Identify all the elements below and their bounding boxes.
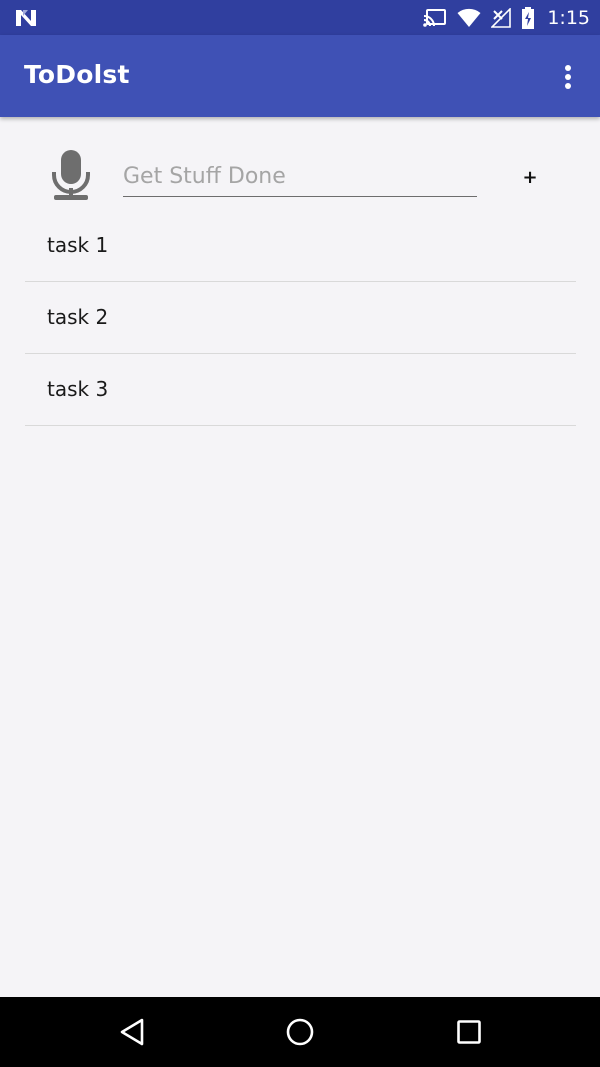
navigation-bar: [0, 997, 600, 1067]
list-item[interactable]: task 3: [25, 354, 576, 426]
task-label: task 2: [47, 305, 109, 329]
app-title: ToDolst: [24, 60, 130, 89]
voice-input-button[interactable]: [48, 148, 94, 202]
back-icon: [120, 1018, 144, 1046]
app-bar: ToDolst: [0, 35, 600, 117]
battery-charging-icon: [522, 6, 535, 29]
microphone-icon: [52, 150, 90, 200]
new-task-row: +: [0, 140, 600, 210]
list-item[interactable]: task 1: [25, 210, 576, 282]
new-task-input[interactable]: [123, 156, 477, 197]
task-label: task 3: [47, 377, 109, 401]
task-list: task 1 task 2 task 3: [25, 210, 576, 426]
overflow-menu-icon: [565, 65, 571, 89]
status-time: 1:15: [547, 6, 590, 29]
recents-icon: [457, 1020, 481, 1044]
recents-button[interactable]: [449, 1012, 489, 1052]
add-task-button[interactable]: +: [515, 162, 545, 192]
no-signal-icon: [491, 7, 512, 28]
notification-n-icon: [16, 10, 36, 26]
home-button[interactable]: [280, 1012, 320, 1052]
task-label: task 1: [47, 233, 109, 257]
list-item[interactable]: task 2: [25, 282, 576, 354]
back-button[interactable]: [112, 1012, 152, 1052]
cast-icon: [423, 8, 447, 27]
overflow-menu-button[interactable]: [554, 63, 582, 91]
wifi-icon: [457, 8, 481, 27]
status-icons: 1:15: [423, 0, 590, 35]
home-icon: [286, 1018, 314, 1046]
status-bar: 1:15: [0, 0, 600, 35]
screen: 1:15 ToDolst + task 1: [0, 0, 600, 1067]
